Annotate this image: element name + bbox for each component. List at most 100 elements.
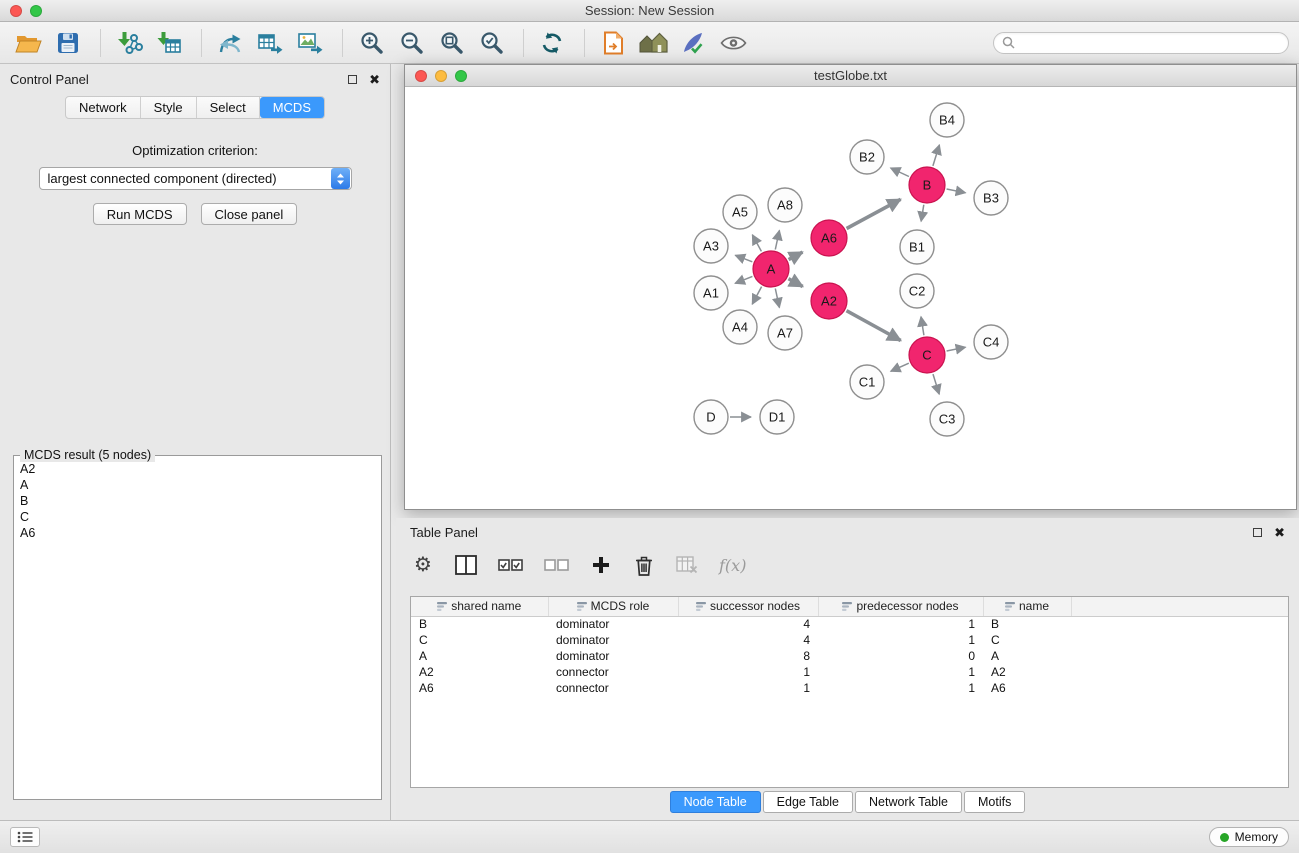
import-network-icon[interactable] — [111, 26, 147, 60]
table-cell: connector — [548, 664, 678, 680]
edge-C-C1[interactable] — [891, 363, 909, 371]
node-label-D: D — [706, 410, 715, 425]
edge-A6-B[interactable] — [847, 199, 901, 228]
close-panel-icon[interactable]: ✖ — [369, 73, 380, 86]
table-row[interactable]: Bdominator41B — [411, 616, 1288, 632]
status-bar: Memory — [0, 820, 1299, 853]
float-panel-icon[interactable] — [348, 75, 357, 84]
mcds-result-item[interactable]: B — [20, 493, 375, 509]
close-table-panel-icon[interactable]: ✖ — [1274, 526, 1285, 539]
edge-A-A6[interactable] — [789, 252, 803, 260]
zoom-out-icon[interactable] — [393, 26, 429, 60]
tab-network-table[interactable]: Network Table — [855, 791, 962, 813]
tab-mcds[interactable]: MCDS — [260, 97, 324, 118]
delete-row-icon[interactable] — [633, 553, 655, 577]
table-row[interactable]: A2connector11A2 — [411, 664, 1288, 680]
column-layout-icon[interactable] — [455, 553, 477, 577]
table-row[interactable]: Cdominator41C — [411, 632, 1288, 648]
column-header-successor-nodes[interactable]: successor nodes — [678, 597, 818, 616]
network-window-titlebar[interactable]: testGlobe.txt — [405, 65, 1296, 87]
annotation-icon[interactable] — [675, 26, 711, 60]
network-zoom-button[interactable] — [455, 70, 467, 82]
edge-A2-C[interactable] — [847, 311, 901, 341]
table-cell: 1 — [818, 616, 983, 632]
tab-style[interactable]: Style — [141, 97, 197, 118]
open-file-icon[interactable] — [10, 26, 46, 60]
tab-node-table[interactable]: Node Table — [670, 791, 761, 813]
node-label-A7: A7 — [777, 326, 793, 341]
mcds-result-item[interactable]: C — [20, 509, 375, 525]
column-header-name[interactable]: name — [983, 597, 1071, 616]
node-label-A1: A1 — [703, 286, 719, 301]
column-header-shared-name[interactable]: shared name — [411, 597, 548, 616]
table-cell: dominator — [548, 616, 678, 632]
memory-status-icon — [1220, 833, 1229, 842]
tab-edge-table[interactable]: Edge Table — [763, 791, 853, 813]
tab-motifs[interactable]: Motifs — [964, 791, 1025, 813]
run-mcds-button[interactable]: Run MCDS — [93, 203, 187, 225]
select-all-icon[interactable] — [498, 553, 523, 577]
node-table[interactable]: shared nameMCDS rolesuccessor nodes prede… — [410, 596, 1289, 788]
network-close-button[interactable] — [415, 70, 427, 82]
mcds-result-item[interactable]: A — [20, 477, 375, 493]
close-window-button[interactable] — [10, 5, 22, 17]
show-graphics-details-icon[interactable] — [715, 26, 751, 60]
export-network-icon[interactable] — [212, 26, 248, 60]
add-row-icon[interactable] — [590, 553, 612, 577]
table-row[interactable]: A6connector11A6 — [411, 680, 1288, 696]
mcds-result-item[interactable]: A6 — [20, 525, 375, 541]
table-cell-filler — [1071, 616, 1288, 632]
node-label-C2: C2 — [909, 284, 926, 299]
close-panel-button[interactable]: Close panel — [201, 203, 298, 225]
float-table-panel-icon[interactable] — [1253, 528, 1262, 537]
tab-select[interactable]: Select — [197, 97, 260, 118]
edge-B-B1[interactable] — [921, 205, 924, 222]
edge-C-C2[interactable] — [921, 317, 924, 336]
edge-B-B3[interactable] — [947, 189, 966, 193]
edge-A-A8[interactable] — [775, 230, 779, 249]
edge-C-C4[interactable] — [947, 347, 966, 351]
edge-A-A4[interactable] — [752, 287, 761, 305]
toolbar-separator — [201, 29, 202, 57]
edge-A-A7[interactable] — [775, 289, 779, 308]
export-table-icon[interactable] — [252, 26, 288, 60]
network-minimize-button[interactable] — [435, 70, 447, 82]
edge-A-A2[interactable] — [789, 279, 803, 287]
edge-C-C3[interactable] — [933, 374, 939, 394]
optimization-criterion-select[interactable]: largest connected component (directed) — [39, 167, 352, 190]
edge-A-A1[interactable] — [735, 276, 752, 283]
clear-selection-icon[interactable] — [544, 553, 569, 577]
column-header-label: name — [1019, 599, 1049, 613]
edge-B-B2[interactable] — [891, 168, 909, 177]
network-canvas[interactable]: AA6A2BCA1A3A4A5A7A8B1B2B3B4C1C2C3C4DD1 — [405, 87, 1296, 509]
new-session-document-icon[interactable] — [595, 26, 631, 60]
column-header-MCDS-role[interactable]: MCDS role — [548, 597, 678, 616]
column-header-predecessor-nodes[interactable]: predecessor nodes — [818, 597, 983, 616]
memory-button[interactable]: Memory — [1209, 827, 1289, 847]
zoom-selected-icon[interactable] — [473, 26, 509, 60]
node-label-C4: C4 — [983, 335, 1000, 350]
tab-network[interactable]: Network — [66, 97, 141, 118]
table-cell: A — [983, 648, 1071, 664]
welcome-screen-icon[interactable] — [635, 26, 671, 60]
edge-A-A5[interactable] — [752, 235, 761, 252]
search-input[interactable] — [1021, 36, 1280, 50]
table-cell-filler — [1071, 648, 1288, 664]
zoom-fit-icon[interactable] — [433, 26, 469, 60]
refresh-view-icon[interactable] — [534, 26, 570, 60]
column-header-label: predecessor nodes — [856, 599, 958, 613]
task-history-icon[interactable] — [10, 827, 40, 847]
table-row[interactable]: Adominator80A — [411, 648, 1288, 664]
mcds-result-item[interactable]: A2 — [20, 461, 375, 477]
edge-B-B4[interactable] — [933, 145, 940, 166]
zoom-in-icon[interactable] — [353, 26, 389, 60]
zoom-window-button[interactable] — [30, 5, 42, 17]
node-label-A: A — [767, 262, 776, 277]
export-image-icon[interactable] — [292, 26, 328, 60]
mcds-result-list[interactable]: A2ABCA6 — [14, 456, 381, 799]
save-session-icon[interactable] — [50, 26, 86, 60]
search-field[interactable] — [993, 32, 1289, 54]
import-table-icon[interactable] — [151, 26, 187, 60]
settings-icon[interactable]: ⚙ — [412, 553, 434, 577]
edge-A-A3[interactable] — [735, 255, 752, 261]
